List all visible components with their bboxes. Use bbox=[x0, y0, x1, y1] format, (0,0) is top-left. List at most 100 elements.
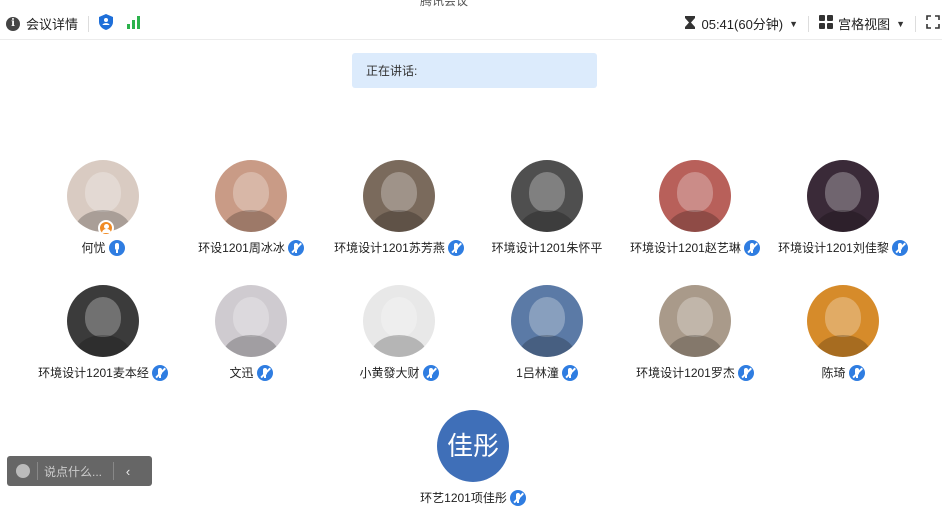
avatar bbox=[659, 285, 731, 357]
participant-tile[interactable]: 环境设计1201麦本经 bbox=[23, 285, 183, 381]
avatar-initials: 佳彤 bbox=[446, 431, 499, 461]
avatar bbox=[363, 160, 435, 232]
participant-name: 1吕林潼 bbox=[516, 366, 559, 380]
participant-tile[interactable]: 环境设计1201刘佳黎 bbox=[763, 160, 923, 256]
avatar-portrait-shape bbox=[529, 297, 565, 337]
avatar bbox=[67, 285, 139, 357]
mic-muted-icon bbox=[561, 364, 578, 381]
participant-name-row: 环境设计1201麦本经 bbox=[23, 364, 183, 381]
avatar-body-shape bbox=[371, 210, 427, 232]
mic-muted-icon bbox=[848, 364, 865, 381]
mic-muted-icon bbox=[447, 239, 464, 256]
participant-name: 环艺1201项佳彤 bbox=[420, 491, 507, 505]
mic-slash bbox=[259, 367, 271, 378]
participant-tile[interactable]: 何忧 bbox=[23, 160, 183, 256]
avatar: 佳彤 bbox=[437, 410, 509, 482]
participant-tile[interactable]: 环境设计1201苏芳燕 bbox=[319, 160, 479, 256]
mic-muted-icon bbox=[287, 239, 304, 256]
mic-slash bbox=[895, 242, 906, 253]
participant-name-row: 环境设计1201苏芳燕 bbox=[319, 239, 479, 256]
participant-tile[interactable]: 小黄發大财 bbox=[319, 285, 479, 381]
chat-input-bar[interactable]: 说点什么... ‹ bbox=[7, 456, 152, 486]
avatar-portrait-shape bbox=[677, 172, 713, 212]
avatar-body-shape bbox=[371, 335, 427, 357]
participant-name-row: 陈琦 bbox=[763, 364, 923, 381]
participant-name-row: 小黄發大财 bbox=[319, 364, 479, 381]
avatar-body-shape bbox=[223, 335, 279, 357]
avatar-portrait-shape bbox=[381, 297, 417, 337]
avatar-image bbox=[659, 160, 731, 232]
avatar-portrait-shape bbox=[825, 297, 861, 337]
mic-muted-icon bbox=[256, 364, 273, 381]
participant-tile[interactable]: 1吕林潼 bbox=[467, 285, 627, 381]
participant-tile[interactable]: 佳彤环艺1201项佳彤 bbox=[393, 410, 553, 506]
avatar bbox=[807, 160, 879, 232]
participant-name-row: 何忧 bbox=[23, 239, 183, 256]
avatar-image bbox=[659, 285, 731, 357]
emoji-icon[interactable] bbox=[16, 464, 30, 478]
avatar-portrait-shape bbox=[85, 172, 121, 212]
participant-tile[interactable]: 文迅 bbox=[171, 285, 331, 381]
avatar bbox=[67, 160, 139, 236]
avatar-image: 佳彤 bbox=[437, 410, 509, 482]
participant-name: 陈琦 bbox=[821, 366, 846, 380]
chevron-left-icon[interactable]: ‹ bbox=[114, 464, 142, 479]
avatar-image bbox=[67, 285, 139, 357]
avatar bbox=[215, 285, 287, 357]
avatar-portrait-shape bbox=[529, 172, 565, 212]
participant-name-row: 环艺1201项佳彤 bbox=[393, 489, 553, 506]
mic-slash bbox=[291, 242, 302, 253]
participant-tile[interactable]: 环设1201周冰冰 bbox=[171, 160, 331, 256]
avatar-body-shape bbox=[223, 210, 279, 232]
avatar-body-shape bbox=[75, 335, 131, 357]
host-badge-icon bbox=[98, 220, 114, 236]
avatar bbox=[363, 285, 435, 357]
avatar-image bbox=[363, 160, 435, 232]
participant-name-row: 环境设计1201朱怀平 bbox=[467, 239, 627, 256]
chat-input[interactable]: 说点什么... bbox=[38, 463, 113, 480]
avatar-image bbox=[511, 160, 583, 232]
participant-name: 环设1201周冰冰 bbox=[198, 241, 285, 255]
participant-tile[interactable]: 环境设计1201赵艺琳 bbox=[615, 160, 775, 256]
participant-name-row: 环境设计1201赵艺琳 bbox=[615, 239, 775, 256]
avatar-image bbox=[215, 285, 287, 357]
mic-muted-icon bbox=[422, 364, 439, 381]
avatar bbox=[659, 160, 731, 232]
mic-icon bbox=[108, 239, 125, 256]
participant-name: 何忧 bbox=[81, 241, 106, 255]
mic-muted-icon bbox=[509, 489, 526, 506]
participant-name: 环境设计1201罗杰 bbox=[636, 366, 735, 380]
avatar bbox=[215, 160, 287, 232]
participant-tile[interactable]: 环境设计1201朱怀平 bbox=[467, 160, 627, 256]
participant-name-row: 1吕林潼 bbox=[467, 364, 627, 381]
participant-tile[interactable]: 环境设计1201罗杰 bbox=[615, 285, 775, 381]
participant-tile[interactable]: 陈琦 bbox=[763, 285, 923, 381]
participant-name: 环境设计1201麦本经 bbox=[38, 366, 149, 380]
avatar-image bbox=[511, 285, 583, 357]
avatar-image bbox=[215, 160, 287, 232]
avatar-body-shape bbox=[815, 335, 871, 357]
mic-muted-icon bbox=[737, 364, 754, 381]
mic-slash bbox=[747, 242, 758, 253]
avatar-body-shape bbox=[815, 210, 871, 232]
avatar-portrait-shape bbox=[677, 297, 713, 337]
avatar-body-shape bbox=[667, 210, 723, 232]
mic-muted-icon bbox=[151, 364, 168, 381]
mic-muted-icon bbox=[743, 239, 760, 256]
participant-name: 环境设计1201刘佳黎 bbox=[778, 241, 889, 255]
avatar-portrait-shape bbox=[233, 297, 269, 337]
avatar bbox=[511, 160, 583, 232]
avatar-portrait-shape bbox=[233, 172, 269, 212]
avatar-body-shape bbox=[667, 335, 723, 357]
participant-name: 环境设计1201苏芳燕 bbox=[334, 241, 445, 255]
avatar-body-shape bbox=[519, 335, 575, 357]
participant-name: 文迅 bbox=[229, 366, 254, 380]
mic-slash bbox=[155, 367, 166, 378]
avatar-image bbox=[363, 285, 435, 357]
avatar bbox=[807, 285, 879, 357]
mic-slash bbox=[451, 242, 462, 253]
avatar-portrait-shape bbox=[85, 297, 121, 337]
participant-name-row: 环境设计1201刘佳黎 bbox=[763, 239, 923, 256]
mic-slash bbox=[425, 367, 437, 378]
avatar-portrait-shape bbox=[825, 172, 861, 212]
